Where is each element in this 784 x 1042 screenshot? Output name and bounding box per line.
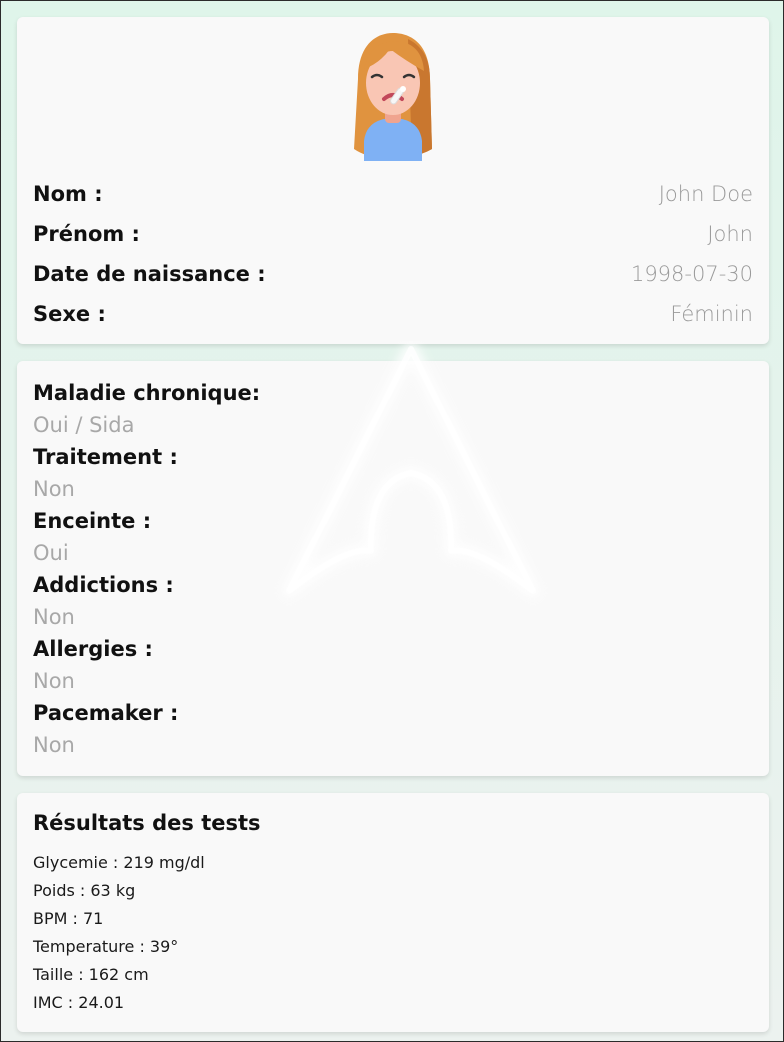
info-row-date-de-naissance: Date de naissance : 1998-07-30 bbox=[33, 254, 753, 294]
test-item-taille: Taille : 162 cm bbox=[33, 965, 149, 984]
prenom-label: Prénom : bbox=[33, 222, 140, 246]
test-item-glycemie: Glycemie : 219 mg/dl bbox=[33, 853, 205, 872]
medical-item-traitement: Traitement : Non bbox=[33, 441, 260, 505]
medical-list: Maladie chronique: Oui / Sida Traitement… bbox=[33, 377, 260, 761]
test-item-temperature: Temperature : 39° bbox=[33, 937, 179, 956]
test-item-bpm: BPM : 71 bbox=[33, 909, 104, 928]
pacemaker-label: Pacemaker : bbox=[33, 701, 179, 725]
test-item-poids: Poids : 63 kg bbox=[33, 881, 136, 900]
medical-item-pacemaker: Pacemaker : Non bbox=[33, 697, 260, 761]
sexe-label: Sexe : bbox=[33, 302, 106, 326]
nom-value: John Doe bbox=[658, 182, 753, 206]
pacemaker-value: Non bbox=[33, 733, 75, 757]
addictions-value: Non bbox=[33, 605, 75, 629]
enceinte-label: Enceinte : bbox=[33, 509, 152, 533]
allergies-value: Non bbox=[33, 669, 75, 693]
medical-item-maladie-chronique: Maladie chronique: Oui / Sida bbox=[33, 377, 260, 441]
test-item-imc: IMC : 24.01 bbox=[33, 993, 125, 1012]
tests-title: Résultats des tests bbox=[33, 811, 261, 835]
tests-card: Résultats des tests Glycemie : 219 mg/dl… bbox=[17, 793, 769, 1032]
medical-item-addictions: Addictions : Non bbox=[33, 569, 260, 633]
addictions-label: Addictions : bbox=[33, 573, 174, 597]
date-de-naissance-value: 1998-07-30 bbox=[630, 262, 753, 286]
medical-item-enceinte: Enceinte : Oui bbox=[33, 505, 260, 569]
maladie-chronique-label: Maladie chronique: bbox=[33, 381, 261, 405]
allergies-label: Allergies : bbox=[33, 637, 153, 661]
info-row-sexe: Sexe : Féminin bbox=[33, 294, 753, 334]
info-row-nom: Nom : John Doe bbox=[33, 174, 753, 214]
info-row-prenom: Prénom : John bbox=[33, 214, 753, 254]
tests-list: Glycemie : 219 mg/dl Poids : 63 kg BPM :… bbox=[33, 849, 205, 1017]
traitement-label: Traitement : bbox=[33, 445, 178, 469]
nom-label: Nom : bbox=[33, 182, 103, 206]
sexe-value: Féminin bbox=[670, 302, 753, 326]
maladie-chronique-value: Oui / Sida bbox=[33, 413, 135, 437]
traitement-value: Non bbox=[33, 477, 75, 501]
date-de-naissance-label: Date de naissance : bbox=[33, 262, 266, 286]
medical-item-allergies: Allergies : Non bbox=[33, 633, 260, 697]
prenom-value: John bbox=[707, 222, 753, 246]
profile-card: Nom : John Doe Prénom : John Date de nai… bbox=[17, 17, 769, 344]
medical-card: Maladie chronique: Oui / Sida Traitement… bbox=[17, 361, 769, 776]
sick-woman-avatar-icon bbox=[354, 33, 432, 161]
enceinte-value: Oui bbox=[33, 541, 69, 565]
